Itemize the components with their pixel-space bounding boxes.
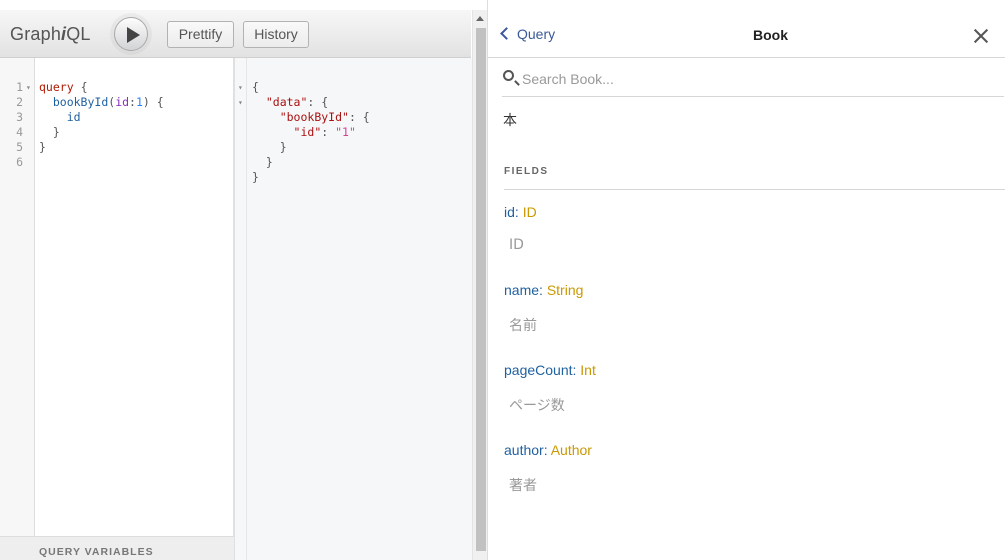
query-editor[interactable]: 1 ▾ query { 2 bookById(id:1) { 3 id 4 } … bbox=[0, 58, 234, 560]
field-signature: author: Author bbox=[504, 442, 592, 458]
result-gutter bbox=[235, 58, 247, 560]
fold-marker-icon[interactable]: ▾ bbox=[238, 95, 243, 110]
code-line: id bbox=[66, 110, 81, 124]
type-description: 本 bbox=[503, 113, 517, 129]
graphiql-logo: GraphiQL bbox=[10, 24, 91, 45]
query-variables-label: QUERY VARIABLES bbox=[39, 546, 154, 558]
query-variables-bar[interactable]: QUERY VARIABLES bbox=[0, 536, 234, 560]
history-button[interactable]: History bbox=[243, 21, 309, 48]
result-viewer: ▾ { ▾ "data": { "bookById": { "id": "1" … bbox=[234, 58, 472, 560]
search-icon bbox=[503, 70, 514, 81]
line-number: 6 bbox=[16, 155, 23, 169]
field-type-link[interactable]: Int bbox=[580, 362, 596, 378]
doc-search bbox=[502, 68, 1004, 97]
code-line: } bbox=[39, 140, 46, 154]
result-line: "bookById": { bbox=[279, 110, 370, 124]
field-item: pageCount: Int ページ数 bbox=[504, 362, 984, 415]
field-item: name: String 名前 bbox=[504, 282, 984, 335]
result-line: } bbox=[265, 155, 273, 169]
close-icon[interactable] bbox=[973, 28, 989, 44]
result-line: "id": "1" bbox=[293, 125, 356, 139]
line-number: 3 bbox=[16, 110, 23, 124]
result-line: } bbox=[252, 170, 259, 184]
execute-query-button[interactable] bbox=[114, 17, 148, 51]
fields-section-title: FIELDS bbox=[504, 166, 1005, 190]
line-number: 2 bbox=[16, 95, 23, 109]
result-line: { bbox=[252, 80, 259, 94]
line-number: 4 bbox=[16, 125, 23, 139]
prettify-button[interactable]: Prettify bbox=[167, 21, 234, 48]
result-line: } bbox=[279, 140, 287, 154]
field-signature: id: ID bbox=[504, 204, 537, 220]
field-name-link[interactable]: author bbox=[504, 442, 544, 458]
scroll-up-icon[interactable] bbox=[476, 16, 484, 21]
play-icon bbox=[127, 27, 140, 43]
logo-suffix: QL bbox=[66, 24, 91, 44]
result-line: "data": { bbox=[265, 95, 329, 109]
result-code: ▾ { ▾ "data": { "bookById": { "id": "1" … bbox=[235, 58, 472, 223]
field-description: ID bbox=[509, 237, 524, 253]
field-description: 著者 bbox=[509, 478, 537, 494]
field-name-link[interactable]: pageCount bbox=[504, 362, 573, 378]
line-number: 5 bbox=[16, 140, 23, 154]
field-item: id: ID ID bbox=[504, 204, 984, 253]
doc-explorer: Query Book 本 FIELDS id: ID ID name: Stri… bbox=[487, 0, 1005, 560]
field-signature: name: String bbox=[504, 282, 584, 298]
code-line: query { bbox=[39, 80, 88, 94]
field-name-link[interactable]: name bbox=[504, 282, 539, 298]
field-signature: pageCount: Int bbox=[504, 362, 596, 378]
field-item: author: Author 著者 bbox=[504, 442, 984, 495]
field-type-link[interactable]: ID bbox=[523, 204, 537, 220]
toolbar: GraphiQL Prettify History bbox=[0, 10, 471, 58]
fold-marker-icon[interactable]: ▾ bbox=[238, 80, 243, 95]
field-description: ページ数 bbox=[509, 398, 565, 414]
line-number: 1 bbox=[16, 80, 23, 94]
field-description: 名前 bbox=[509, 318, 537, 334]
code-line: bookById(id:1) { bbox=[52, 95, 164, 109]
field-type-link[interactable]: Author bbox=[551, 442, 592, 458]
result-scrollbar[interactable] bbox=[472, 10, 487, 560]
doc-title: Book bbox=[753, 27, 788, 43]
field-name-link[interactable]: id bbox=[504, 204, 515, 220]
doc-explorer-header: Query Book bbox=[488, 12, 1005, 58]
fold-marker-icon[interactable]: ▾ bbox=[26, 80, 31, 95]
doc-search-input[interactable] bbox=[522, 70, 982, 88]
code-line: } bbox=[52, 125, 60, 139]
scrollbar-thumb[interactable] bbox=[476, 28, 486, 551]
logo-prefix: Graph bbox=[10, 24, 62, 44]
field-type-link[interactable]: String bbox=[547, 282, 584, 298]
